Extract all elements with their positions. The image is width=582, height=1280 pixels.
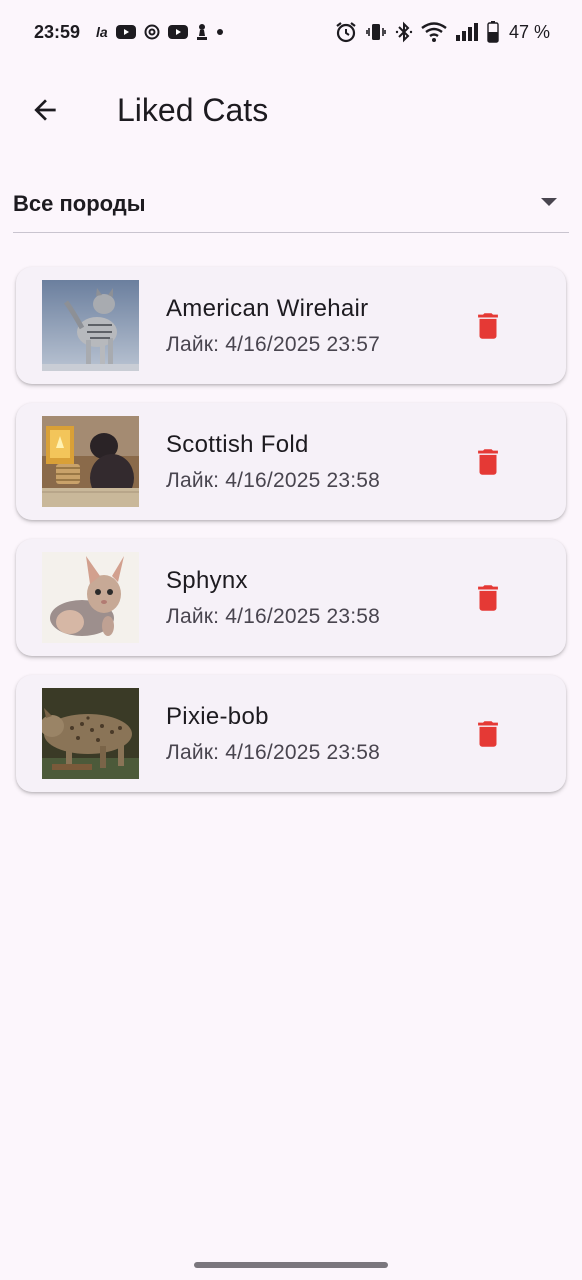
sphynx-photo	[42, 552, 139, 643]
breed-filter-value: Все породы	[13, 191, 146, 216]
american-wirehair-photo	[42, 280, 139, 371]
wifi-icon	[421, 22, 447, 42]
status-bar: 23:59 la 47 %	[0, 0, 582, 64]
arrow-back-icon	[34, 99, 56, 121]
delete-button[interactable]	[466, 710, 510, 758]
dot-icon	[216, 28, 224, 36]
signal-icon	[455, 22, 479, 42]
trash-icon	[478, 584, 498, 611]
status-right: 47 %	[335, 21, 550, 43]
cat-card[interactable]: American Wirehair Лайк: 4/16/2025 23:57	[16, 267, 566, 384]
page-title: Liked Cats	[117, 91, 269, 128]
status-time: 23:59	[34, 21, 81, 42]
battery-percent: 47 %	[508, 21, 550, 42]
app-bar: Liked Cats	[0, 72, 582, 148]
youtube-icon	[115, 25, 136, 39]
pixie-bob-photo	[42, 688, 139, 779]
back-button[interactable]	[15, 80, 75, 140]
home-indicator[interactable]	[194, 1262, 388, 1268]
trash-icon	[478, 312, 498, 339]
battery-icon	[487, 21, 499, 43]
status-left: 23:59 la	[34, 22, 224, 43]
cat-card[interactable]: Sphynx Лайк: 4/16/2025 23:58	[16, 539, 566, 656]
delete-button[interactable]	[466, 302, 510, 350]
trash-icon	[478, 720, 498, 747]
delete-button[interactable]	[466, 574, 510, 622]
bluetooth-icon	[395, 21, 413, 43]
cat-card[interactable]: Pixie-bob Лайк: 4/16/2025 23:58	[16, 675, 566, 792]
alarm-icon	[335, 21, 357, 43]
cat-card[interactable]: Scottish Fold Лайк: 4/16/2025 23:58	[16, 403, 566, 520]
youtube-icon	[167, 25, 188, 39]
threads-icon	[144, 24, 160, 40]
delete-button[interactable]	[466, 438, 510, 486]
dropdown-arrow-icon	[539, 195, 559, 213]
liked-cats-list: American Wirehair Лайк: 4/16/2025 23:57	[16, 267, 566, 811]
chess-pawn-icon	[196, 23, 208, 41]
scottish-fold-photo	[42, 416, 139, 507]
trash-icon	[478, 448, 498, 475]
la-icon: la	[96, 24, 108, 40]
breed-filter-dropdown[interactable]: Все породы	[13, 180, 569, 233]
vibrate-icon	[365, 21, 387, 43]
